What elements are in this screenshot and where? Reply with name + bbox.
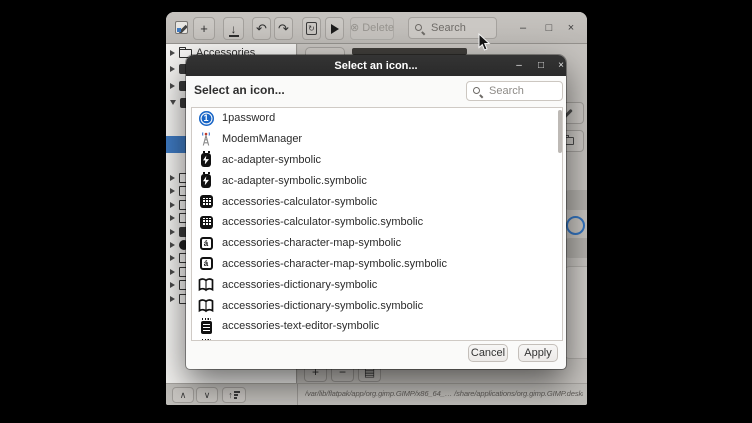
minimize-button[interactable]: –	[514, 20, 532, 36]
icon-list-item[interactable]: ModemManager	[192, 129, 562, 150]
expander-icon[interactable]	[170, 50, 175, 56]
chevron-up-icon: ∧	[180, 390, 187, 401]
close-button[interactable]: ×	[562, 20, 580, 36]
expander-icon[interactable]	[170, 215, 175, 221]
icon-item-label: accessories-calculator-symbolic.symbolic	[222, 216, 423, 228]
sort-icon: ↑	[228, 390, 240, 400]
redo-button[interactable]: ↷	[274, 17, 293, 40]
icon-item-label: ac-adapter-symbolic.symbolic	[222, 175, 367, 187]
expander-icon[interactable]	[170, 229, 175, 235]
list-scrollbar[interactable]	[558, 110, 562, 153]
expander-icon[interactable]	[170, 242, 175, 248]
battery-icon	[198, 173, 214, 189]
icon-item-label: accessories-text-editor-symbolic	[222, 320, 379, 332]
search-icon	[414, 23, 425, 34]
dialog-close-button[interactable]: ×	[553, 58, 566, 73]
chevron-down-icon: ∨	[204, 390, 211, 401]
modemmanager-icon	[198, 131, 214, 147]
revert-button[interactable]: ↻	[302, 17, 321, 40]
icon-list-item[interactable]: á accessories-character-map-symbolic	[192, 233, 562, 254]
select-icon-dialog: Select an icon... – □ × Select an icon..…	[186, 55, 566, 369]
icon-list-item[interactable]: ac-adapter-symbolic.symbolic	[192, 170, 562, 191]
sort-button[interactable]: ↑	[222, 387, 246, 403]
icon-list-item[interactable]: accessories-text-editor-symbolic.symboli…	[192, 337, 562, 341]
icon-item-label: ModemManager	[222, 133, 302, 145]
onepassword-icon: 1	[198, 110, 214, 126]
dialog-titlebar[interactable]: Select an icon... – □ ×	[186, 55, 566, 76]
expander-icon[interactable]	[170, 269, 175, 275]
expander-icon[interactable]	[170, 100, 176, 105]
move-up-button[interactable]: ∧	[172, 387, 194, 403]
book-icon	[198, 277, 214, 293]
delete-label: Delete	[362, 23, 394, 34]
maximize-button[interactable]: □	[540, 20, 558, 36]
plus-icon: +	[200, 22, 208, 35]
save-icon: ↓	[231, 23, 237, 35]
icon-item-label: 1password	[222, 112, 275, 124]
expander-icon[interactable]	[170, 296, 175, 302]
expander-icon[interactable]	[170, 175, 175, 181]
dialog-search-field[interactable]	[466, 81, 563, 101]
icon-list-item[interactable]: accessories-calculator-symbolic.symbolic	[192, 212, 562, 233]
icon-list-item[interactable]: á accessories-character-map-symbolic.symb…	[192, 254, 562, 275]
dialog-search-input[interactable]	[487, 84, 555, 98]
delete-button[interactable]: ⊗ Delete	[350, 17, 394, 40]
bottom-toolbar: ∧ ∨ ↑ /var/lib/flatpak/app/org.gimp.GIMP…	[166, 383, 587, 405]
screen: + ↓ ↶ ↷ ↻ ⊗ Delete – □ × Accessories	[0, 0, 752, 423]
calculator-icon	[198, 194, 214, 210]
icon-item-label: ac-adapter-symbolic	[222, 154, 321, 166]
expander-icon[interactable]	[170, 255, 175, 261]
app-icon	[175, 21, 188, 34]
dialog-title: Select an icon...	[334, 60, 417, 72]
dialog-header-label: Select an icon...	[194, 83, 285, 97]
statusbar-path: /var/lib/flatpak/app/org.gimp.GIMP/x86_6…	[305, 389, 583, 398]
icon-item-label: accessories-dictionary-symbolic	[222, 279, 377, 291]
apply-button[interactable]: Apply	[518, 344, 558, 362]
icon-list-item[interactable]: accessories-calculator-symbolic	[192, 191, 562, 212]
icon-item-label: accessories-character-map-symbolic.symbo…	[222, 258, 447, 270]
search-icon	[472, 86, 483, 97]
charmap-icon: á	[198, 235, 214, 251]
expander-icon[interactable]	[170, 66, 175, 72]
charmap-icon: á	[198, 256, 214, 272]
main-toolbar: + ↓ ↶ ↷ ↻ ⊗ Delete – □ ×	[166, 12, 587, 44]
dialog-maximize-button[interactable]: □	[533, 58, 549, 73]
icon-list[interactable]: 1 1password ModemManager ac-adapter-symboli…	[191, 107, 563, 341]
expander-icon[interactable]	[170, 188, 175, 194]
mouse-cursor	[478, 33, 491, 52]
texteditor-icon	[198, 339, 214, 341]
texteditor-icon	[198, 318, 214, 334]
revert-icon: ↻	[306, 22, 317, 35]
cancel-button[interactable]: Cancel	[468, 344, 508, 362]
icon-item-label: accessories-dictionary-symbolic.symbolic	[222, 300, 423, 312]
move-down-button[interactable]: ∨	[196, 387, 218, 403]
undo-button[interactable]: ↶	[252, 17, 271, 40]
launcher-name-clipped	[352, 48, 467, 55]
focused-toggle-icon[interactable]	[566, 216, 585, 235]
icon-item-label: accessories-calculator-symbolic	[222, 196, 377, 208]
icon-list-item[interactable]: ac-adapter-symbolic	[192, 150, 562, 171]
undo-icon: ↶	[256, 22, 267, 35]
book-icon	[198, 298, 214, 314]
icon-list-item[interactable]: accessories-dictionary-symbolic	[192, 274, 562, 295]
save-button[interactable]: ↓	[223, 17, 244, 40]
icon-list-item[interactable]: accessories-dictionary-symbolic.symbolic	[192, 295, 562, 316]
battery-icon	[198, 152, 214, 168]
redo-icon: ↷	[278, 22, 289, 35]
expander-icon[interactable]	[170, 282, 175, 288]
expander-icon[interactable]	[170, 83, 175, 89]
add-launcher-button[interactable]: +	[193, 17, 215, 40]
delete-icon: ⊗	[350, 23, 359, 34]
test-launcher-button[interactable]	[325, 17, 344, 40]
calculator-icon	[198, 214, 214, 230]
icon-list-item[interactable]: accessories-text-editor-symbolic	[192, 316, 562, 337]
icon-item-label: accessories-character-map-symbolic	[222, 237, 401, 249]
dialog-minimize-button[interactable]: –	[511, 58, 527, 73]
play-icon	[331, 24, 339, 34]
icon-list-item[interactable]: 1 1password	[192, 108, 562, 129]
expander-icon[interactable]	[170, 202, 175, 208]
